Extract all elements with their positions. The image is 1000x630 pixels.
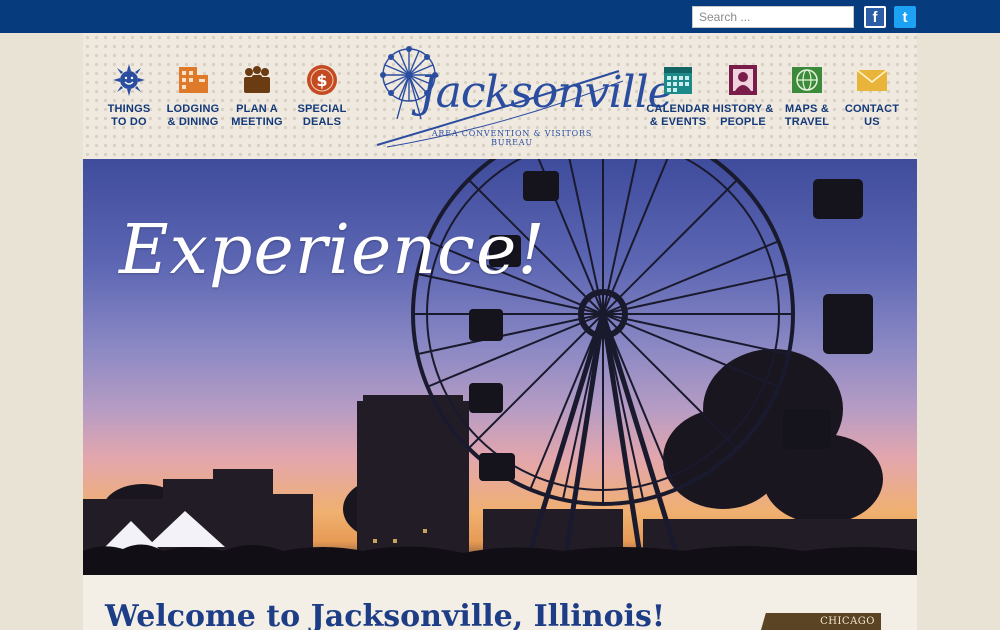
dollar-icon: $ [307,65,337,95]
search-input[interactable] [692,6,854,28]
people-icon [244,66,270,93]
logo-wordmark: Jacksonville [419,67,674,118]
hero-title: Experience! [119,211,546,290]
sun-icon [113,64,145,96]
chicago-tab[interactable]: CHICAGO [761,613,881,630]
hero-banner: Experience! [83,159,917,575]
envelope-icon [856,69,888,91]
top-bar: f t [0,0,1000,33]
site-header: THINGS TO DO LODGING & DINING PLAN A MEE… [83,33,917,159]
nav-label: SPECIAL DEALS [297,103,347,128]
page-container: THINGS TO DO LODGING & DINING PLAN A MEE… [83,33,917,630]
nav-contact-us[interactable]: CONTACT US [834,63,910,129]
nav-special-deals[interactable]: $ SPECIAL DEALS [284,63,360,129]
portrait-icon [729,65,757,95]
calendar-icon [664,67,692,94]
welcome-heading: Welcome to Jacksonville, Illinois! [105,599,666,630]
logo-subtitle: AREA CONVENTION & VISITORS BUREAU [431,129,593,147]
nav-label: CONTACT US [844,103,900,128]
facebook-icon[interactable]: f [864,6,886,28]
svg-text:$: $ [316,71,327,90]
building-icon [179,67,208,93]
twitter-icon[interactable]: t [894,6,916,28]
globe-icon [792,67,822,93]
site-logo[interactable]: Jacksonville AREA CONVENTION & VISITORS … [373,41,674,153]
